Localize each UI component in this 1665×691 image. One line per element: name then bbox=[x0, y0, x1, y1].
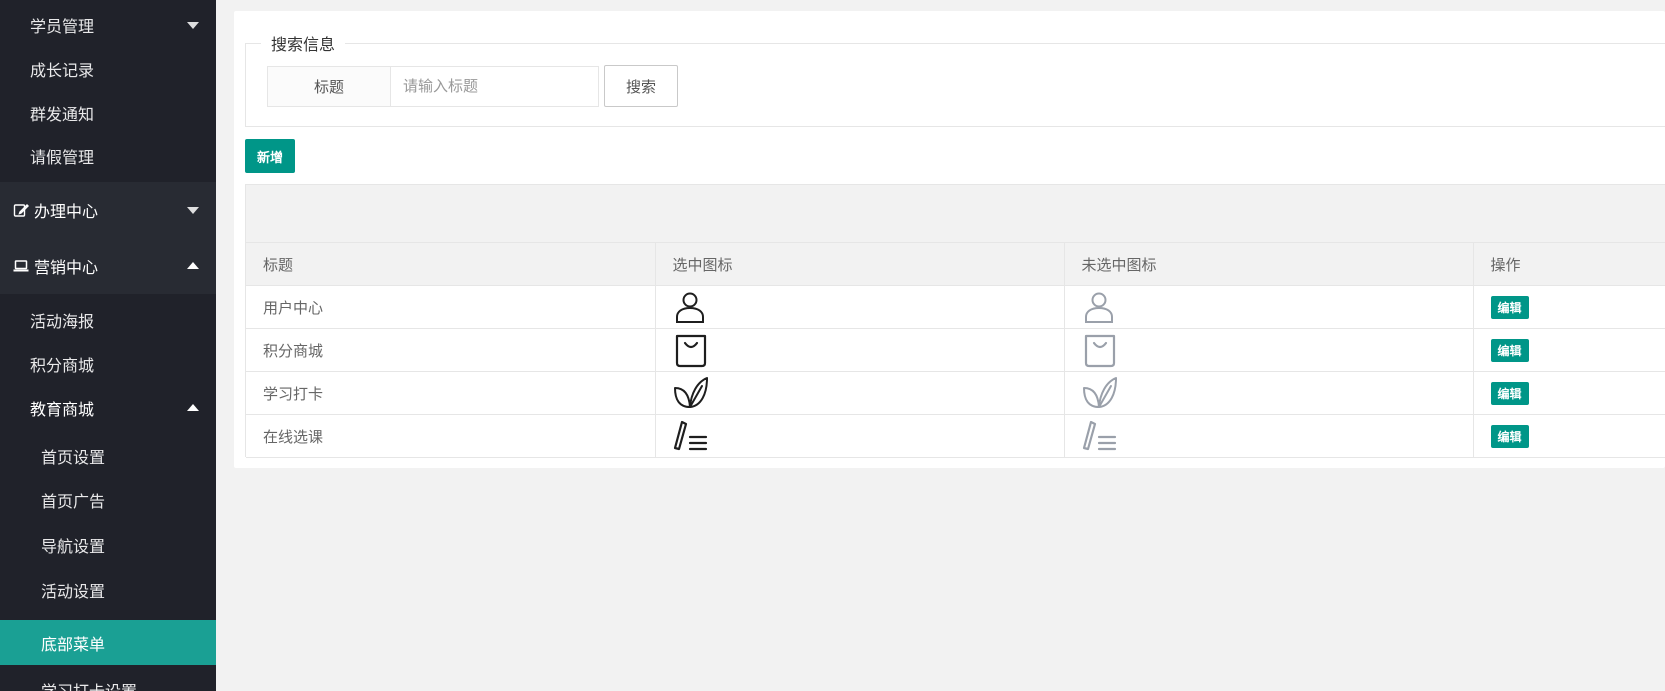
course-list-icon bbox=[673, 420, 707, 451]
sidebar-item-group-notify[interactable]: 群发通知 bbox=[0, 90, 216, 135]
selected-icon-cell bbox=[655, 414, 1065, 458]
sidebar-item-marketing-center[interactable]: 营销中心 bbox=[0, 238, 216, 294]
sidebar-item-label: 成长记录 bbox=[30, 60, 95, 80]
unselected-icon-cell bbox=[1064, 285, 1474, 329]
row-actions: 编辑 bbox=[1473, 328, 1665, 372]
table-row: 用户中心 编辑 bbox=[246, 285, 1665, 329]
sidebar-item-label: 积分商城 bbox=[30, 355, 95, 375]
row-title: 用户中心 bbox=[246, 285, 656, 329]
row-title: 积分商城 bbox=[246, 328, 656, 372]
sidebar-item-label: 教育商城 bbox=[30, 399, 95, 419]
search-form: 标题 搜索 bbox=[267, 65, 678, 107]
edit-button[interactable]: 编辑 bbox=[1490, 338, 1529, 362]
selected-icon-cell bbox=[655, 285, 1065, 329]
column-header-title: 标题 bbox=[246, 243, 656, 286]
sidebar-item-label: 活动设置 bbox=[41, 581, 106, 601]
row-title: 在线选课 bbox=[246, 414, 656, 458]
sidebar-item-label: 学习打卡设置 bbox=[41, 681, 138, 691]
sidebar-item-growth-records[interactable]: 成长记录 bbox=[0, 46, 216, 91]
sidebar-item-activity-settings[interactable]: 活动设置 bbox=[0, 567, 216, 612]
table-row: 积分商城 编辑 bbox=[246, 328, 1665, 372]
content-panel: 搜索信息 标题 搜索 新增 标题 选中图标 未选中图标 操作 bbox=[234, 11, 1665, 468]
column-header-unselected-icon: 未选中图标 bbox=[1064, 243, 1474, 286]
sidebar-item-homepage-ads[interactable]: 首页广告 bbox=[0, 477, 216, 522]
unselected-icon-cell bbox=[1064, 414, 1474, 458]
search-legend: 搜索信息 bbox=[271, 35, 336, 54]
edit-button[interactable]: 编辑 bbox=[1490, 424, 1529, 448]
sidebar-item-points-mall[interactable]: 积分商城 bbox=[0, 341, 216, 386]
sidebar-item-label: 请假管理 bbox=[30, 147, 95, 167]
table-row: 在线选课 编辑 bbox=[246, 414, 1665, 458]
unselected-icon-cell bbox=[1064, 328, 1474, 372]
user-icon bbox=[1084, 292, 1113, 323]
sidebar-item-activity-poster[interactable]: 活动海报 bbox=[0, 297, 216, 342]
course-list-icon bbox=[1082, 420, 1116, 451]
laptop-icon bbox=[13, 258, 29, 274]
add-button[interactable]: 新增 bbox=[245, 139, 295, 173]
row-actions: 编辑 bbox=[1473, 371, 1665, 415]
sidebar-item-label: 底部菜单 bbox=[41, 634, 106, 654]
chevron-up-icon bbox=[187, 403, 199, 411]
selected-icon-cell bbox=[655, 371, 1065, 415]
selected-icon-cell bbox=[655, 328, 1065, 372]
shopping-bag-icon bbox=[675, 334, 706, 368]
sidebar-item-label: 活动海报 bbox=[30, 311, 95, 331]
column-header-selected-icon: 选中图标 bbox=[655, 243, 1065, 286]
title-field-label: 标题 bbox=[267, 65, 391, 107]
sidebar-item-label: 群发通知 bbox=[30, 104, 95, 124]
data-table: 标题 选中图标 未选中图标 操作 用户中心 编辑 积分商城 编辑 学习打卡 编辑… bbox=[246, 243, 1665, 458]
edit-icon bbox=[13, 202, 29, 218]
sidebar-item-homepage-settings[interactable]: 首页设置 bbox=[0, 433, 216, 478]
table-header-row: 标题 选中图标 未选中图标 操作 bbox=[246, 243, 1665, 286]
sidebar-item-service-center[interactable]: 办理中心 bbox=[0, 182, 216, 238]
sidebar-item-student-management[interactable]: 学员管理 bbox=[0, 2, 216, 47]
search-button[interactable]: 搜索 bbox=[604, 65, 678, 107]
unselected-icon-cell bbox=[1064, 371, 1474, 415]
sidebar-item-checkin-settings[interactable]: 学习打卡设置 bbox=[0, 667, 216, 691]
user-icon bbox=[675, 292, 704, 323]
bottom-menu-table: 标题 选中图标 未选中图标 操作 用户中心 编辑 积分商城 编辑 学习打卡 编辑… bbox=[245, 184, 1665, 458]
table-row: 学习打卡 编辑 bbox=[246, 371, 1665, 415]
sidebar-item-label: 办理中心 bbox=[34, 202, 99, 221]
row-title: 学习打卡 bbox=[246, 371, 656, 415]
sidebar-item-label: 学员管理 bbox=[30, 16, 95, 36]
edit-button[interactable]: 编辑 bbox=[1490, 295, 1529, 319]
table-toolbar bbox=[246, 185, 1665, 243]
row-actions: 编辑 bbox=[1473, 285, 1665, 329]
sidebar-item-label: 首页广告 bbox=[41, 491, 106, 511]
sidebar: 学员管理 成长记录 群发通知 请假管理 办理中心 营销中心 活动海报 积分商城 … bbox=[0, 0, 216, 691]
sidebar-item-education-mall[interactable]: 教育商城 bbox=[0, 385, 216, 430]
sidebar-item-bottom-menu[interactable]: 底部菜单 bbox=[0, 620, 216, 665]
column-header-actions: 操作 bbox=[1473, 243, 1665, 286]
shopping-bag-icon bbox=[1084, 334, 1115, 368]
chevron-down-icon bbox=[187, 207, 199, 214]
sidebar-item-label: 首页设置 bbox=[41, 447, 106, 467]
edit-button[interactable]: 编辑 bbox=[1490, 381, 1529, 405]
leaf-icon bbox=[673, 377, 708, 408]
chevron-down-icon bbox=[187, 21, 199, 29]
chevron-up-icon bbox=[187, 262, 199, 269]
sidebar-item-label: 导航设置 bbox=[41, 536, 106, 556]
title-search-input[interactable] bbox=[391, 65, 599, 107]
sidebar-item-navigation-settings[interactable]: 导航设置 bbox=[0, 522, 216, 567]
sidebar-item-label: 营销中心 bbox=[34, 258, 99, 277]
leaf-icon bbox=[1082, 377, 1117, 408]
sidebar-item-leave-management[interactable]: 请假管理 bbox=[0, 133, 216, 178]
row-actions: 编辑 bbox=[1473, 414, 1665, 458]
